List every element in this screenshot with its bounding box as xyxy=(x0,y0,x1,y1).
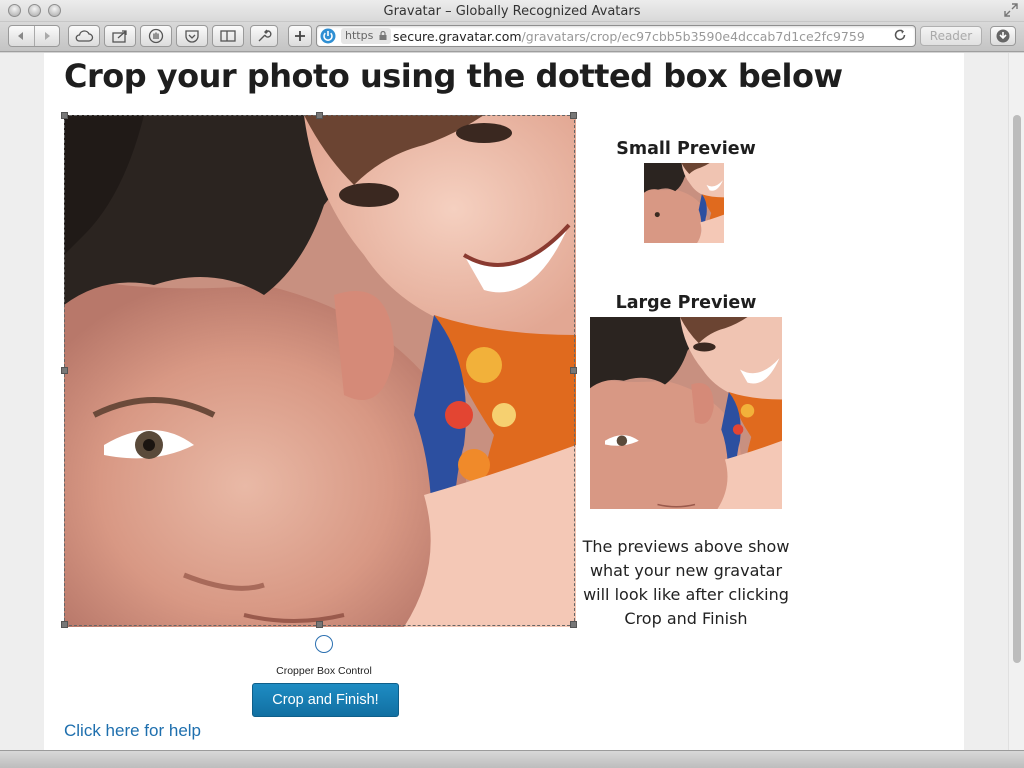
back-forward-buttons xyxy=(8,25,60,47)
extension-button[interactable] xyxy=(140,25,172,47)
status-bar xyxy=(0,750,1024,768)
small-preview-image xyxy=(644,163,724,243)
downloads-button[interactable] xyxy=(990,26,1016,46)
plus-icon xyxy=(295,31,305,41)
tools-button[interactable] xyxy=(250,25,278,47)
power-icon xyxy=(320,28,336,44)
https-label: https xyxy=(345,29,374,42)
sidebar-icon xyxy=(220,30,236,42)
fullscreen-icon[interactable] xyxy=(1004,3,1018,17)
cropper-box-control[interactable] xyxy=(315,635,333,653)
wrench-icon xyxy=(258,29,272,42)
back-arrow-icon xyxy=(18,32,24,40)
help-link[interactable]: Click here for help xyxy=(64,721,201,741)
hand-stop-icon xyxy=(148,28,164,44)
url-path: /gravatars/crop/ec97cbb5b3590e4dccab7d1c… xyxy=(521,29,865,44)
window-title: Gravatar – Globally Recognized Avatars xyxy=(383,4,641,19)
back-button[interactable] xyxy=(9,26,35,46)
page-content: Crop your photo using the dotted box bel… xyxy=(44,53,964,750)
small-preview-title: Small Preview xyxy=(616,139,756,159)
new-tab-button[interactable] xyxy=(288,25,312,47)
sidebar-button[interactable] xyxy=(212,25,244,47)
download-icon xyxy=(996,29,1010,43)
url-text: secure.gravatar.com/gravatars/crop/ec97c… xyxy=(393,29,865,44)
icloud-button[interactable] xyxy=(68,25,100,47)
page-title: Crop your photo using the dotted box bel… xyxy=(64,57,843,95)
large-preview-image xyxy=(590,317,782,509)
https-badge: https xyxy=(341,28,391,44)
preview-explanation: The previews above show what your new gr… xyxy=(582,537,790,628)
forward-button[interactable] xyxy=(35,26,60,46)
share-button[interactable] xyxy=(104,25,136,47)
photo-image xyxy=(64,115,576,627)
address-bar[interactable]: https secure.gravatar.com/gravatars/crop… xyxy=(316,25,916,47)
crop-photo[interactable] xyxy=(64,115,576,627)
reload-icon[interactable] xyxy=(893,28,907,45)
pocket-icon xyxy=(185,30,199,43)
forward-arrow-icon xyxy=(44,32,50,40)
cloud-icon xyxy=(75,30,94,42)
pocket-button[interactable] xyxy=(176,25,208,47)
url-domain: secure.gravatar.com xyxy=(393,29,522,44)
crop-and-finish-button[interactable]: Crop and Finish! xyxy=(252,683,399,717)
vertical-scrollbar[interactable] xyxy=(1008,53,1024,750)
page-viewport: Crop your photo using the dotted box bel… xyxy=(0,53,1024,750)
share-icon xyxy=(112,30,127,43)
lock-icon xyxy=(379,30,387,40)
reader-button[interactable]: Reader xyxy=(920,26,982,46)
title-bar: Gravatar – Globally Recognized Avatars xyxy=(0,0,1024,22)
browser-toolbar: https secure.gravatar.com/gravatars/crop… xyxy=(0,22,1024,52)
large-preview-title: Large Preview xyxy=(615,293,757,313)
scrollbar-thumb[interactable] xyxy=(1013,115,1021,663)
cropper-control-label: Cropper Box Control xyxy=(276,665,372,677)
